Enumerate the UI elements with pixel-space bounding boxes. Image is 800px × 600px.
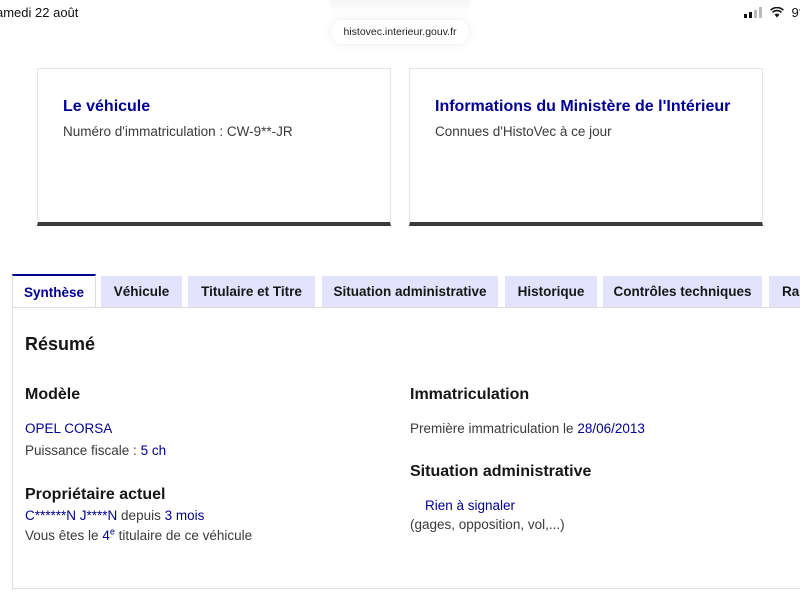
tab-historique[interactable]: Historique: [505, 276, 597, 307]
vehicle-card-subtitle: Numéro d'immatriculation : CW-9**-JR: [63, 124, 293, 139]
status-indicators: 9?: [743, 5, 800, 20]
first-registration: Première immatriculation le 28/06/2013: [410, 421, 645, 436]
model-name: OPEL CORSA: [25, 421, 113, 436]
cellular-signal-icon: [743, 7, 762, 18]
tab-bar: Synthèse Véhicule Titulaire et Titre Sit…: [0, 274, 800, 308]
tab-situation-administrative[interactable]: Situation administrative: [322, 276, 498, 307]
wifi-icon: [769, 7, 784, 18]
ministry-card-subtitle: Connues d'HistoVec à ce jour: [435, 124, 612, 139]
owner-heading: Propriétaire actuel: [25, 486, 166, 503]
ministry-card-title: Informations du Ministère de l'Intérieur: [435, 98, 731, 115]
address-bar[interactable]: histovec.interieur.gouv.fr: [331, 20, 469, 44]
tab-synthese[interactable]: Synthèse: [12, 274, 96, 308]
fiscal-power-value: 5 ch: [140, 443, 167, 458]
fiscal-power-label: Puissance fiscale :: [25, 443, 141, 458]
registration-heading: Immatriculation: [410, 386, 530, 403]
ministry-card: Informations du Ministère de l'Intérieur…: [409, 68, 763, 226]
first-registration-date: 28/06/2013: [577, 421, 645, 436]
tab-titulaire-et-titre[interactable]: Titulaire et Titre: [188, 276, 315, 307]
url-bar-shadow: [330, 0, 470, 14]
tab-vehicule[interactable]: Véhicule: [101, 276, 182, 307]
battery-percentage: 9?: [791, 5, 800, 20]
tab-controles-techniques[interactable]: Contrôles techniques: [603, 276, 762, 307]
status-date: amedi 22 août: [0, 5, 79, 20]
admin-status-heading: Situation administrative: [410, 463, 592, 480]
vehicle-card-title: Le véhicule: [63, 98, 151, 115]
admin-status-detail: (gages, opposition, vol,...): [410, 517, 565, 532]
tab-rapport[interactable]: Rap: [769, 276, 800, 307]
owner-since-value: 3 mois: [164, 508, 205, 523]
first-registration-label: Première immatriculation le: [410, 421, 578, 436]
owner-name: C******N J****N: [25, 508, 118, 523]
summary-title: Résumé: [25, 334, 96, 354]
owner-line: C******N J****N depuis 3 mois: [25, 508, 204, 523]
owner-rank-prefix: Vous êtes le: [25, 528, 103, 543]
owner-rank-number: 4: [102, 528, 110, 543]
admin-status-value: Rien à signaler: [425, 498, 516, 513]
vehicle-card: Le véhicule Numéro d'immatriculation : C…: [37, 68, 391, 226]
owner-rank-suffix: titulaire de ce véhicule: [114, 528, 253, 543]
owner-since-label: depuis: [117, 508, 165, 523]
model-heading: Modèle: [25, 386, 81, 403]
address-bar-url: histovec.interieur.gouv.fr: [343, 26, 457, 38]
fiscal-power: Puissance fiscale : 5 ch: [25, 443, 166, 458]
owner-rank: Vous êtes le 4e titulaire de ce véhicule: [25, 527, 253, 543]
